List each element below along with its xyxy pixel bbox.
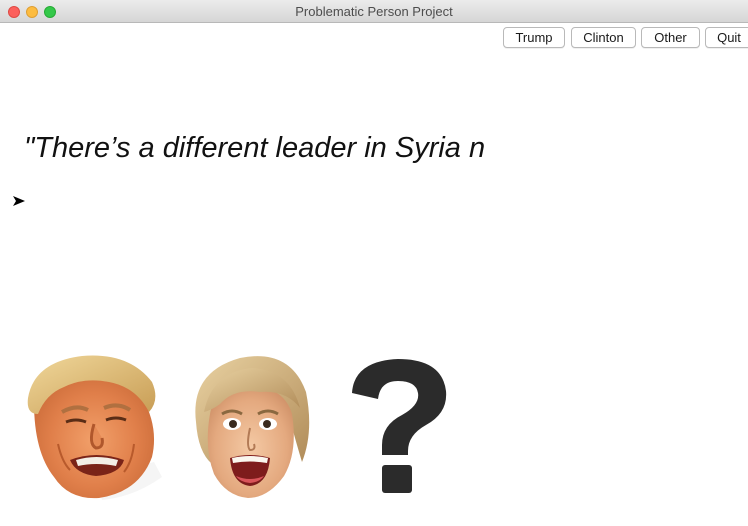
title-bar[interactable]: Problematic Person Project [0,0,748,23]
trump-button[interactable]: Trump [503,27,565,48]
app-window: Problematic Person Project Trump Clinton… [0,0,748,526]
clinton-face-icon[interactable] [190,352,312,500]
other-button[interactable]: Other [641,27,700,48]
clinton-button[interactable]: Clinton [571,27,636,48]
arrow-pointer-icon [13,196,25,206]
trump-face-icon[interactable] [24,352,166,502]
toolbar: Trump Clinton Other Quit [0,27,748,48]
quote-text: "There’s a different leader in Syria n [24,132,486,164]
quit-button[interactable]: Quit [705,27,748,48]
question-mark-icon[interactable] [346,355,450,495]
window-title: Problematic Person Project [295,4,453,19]
